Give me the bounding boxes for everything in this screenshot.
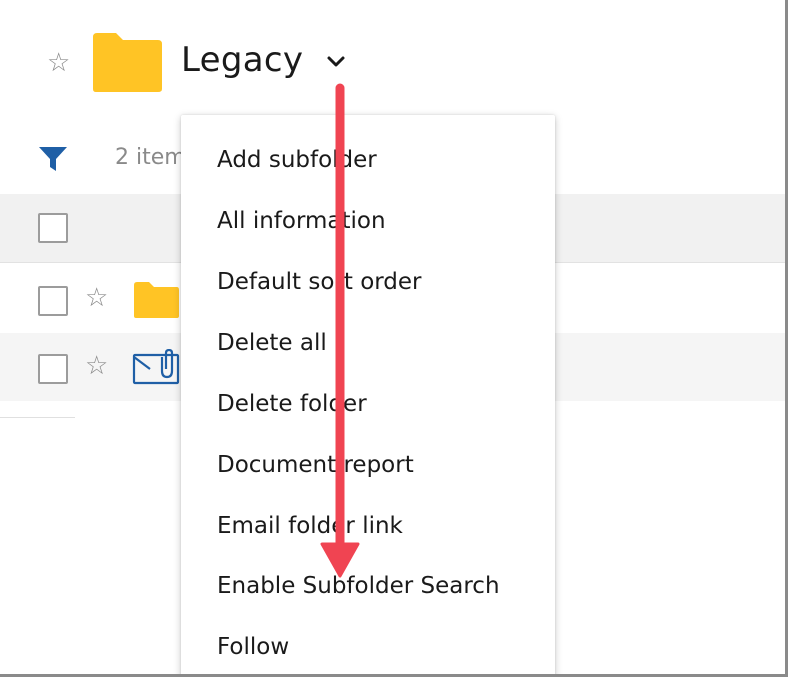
menu-item-default-sort-order[interactable]: Default sort order (217, 267, 422, 297)
item-count-label: 2 item (115, 145, 186, 170)
screenshot-frame: ☆ Legacy 2 item ☆ ☆ Add subfolder All in… (0, 0, 788, 677)
row-checkbox[interactable] (38, 354, 68, 384)
favorite-star-icon[interactable]: ☆ (85, 285, 108, 311)
menu-item-all-information[interactable]: All information (217, 206, 386, 236)
favorite-star-icon[interactable]: ☆ (47, 50, 70, 76)
folder-actions-menu: Add subfolder All information Default so… (181, 115, 555, 674)
folder-icon (134, 282, 179, 318)
menu-item-delete-folder[interactable]: Delete folder (217, 389, 367, 419)
menu-item-document-report[interactable]: Document report (217, 450, 414, 480)
menu-item-follow[interactable]: Follow (217, 632, 289, 662)
favorite-star-icon[interactable]: ☆ (85, 353, 108, 379)
select-all-checkbox[interactable] (38, 213, 68, 243)
email-attachment-icon (132, 349, 180, 385)
page-title: Legacy (181, 40, 304, 80)
menu-item-delete-all[interactable]: Delete all (217, 328, 327, 358)
menu-item-email-folder-link[interactable]: Email folder link (217, 511, 403, 541)
filter-icon[interactable] (38, 145, 68, 173)
divider (0, 417, 75, 418)
menu-item-enable-subfolder-search[interactable]: Enable Subfolder Search (217, 571, 500, 601)
folder-icon (93, 33, 162, 92)
row-checkbox[interactable] (38, 286, 68, 316)
chevron-down-icon[interactable] (325, 54, 347, 70)
menu-item-add-subfolder[interactable]: Add subfolder (217, 145, 377, 175)
